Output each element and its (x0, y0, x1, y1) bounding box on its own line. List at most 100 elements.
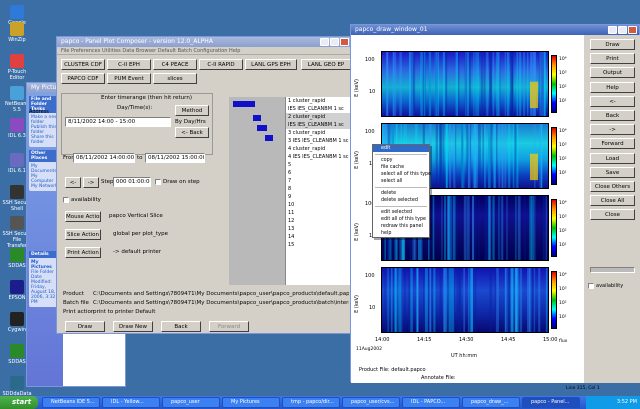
place-link[interactable]: My Computer (31, 174, 59, 184)
panel-entries-list[interactable]: 1 cluster_rapid IES IES_CLEANBM 1 sc 2 clu… (285, 97, 353, 285)
close-icon[interactable] (628, 26, 637, 34)
panel-entry-row[interactable]: 6 (286, 169, 353, 177)
draw-control-button[interactable]: Close Others (590, 181, 635, 192)
draw-on-step-checkbox[interactable] (155, 179, 161, 185)
minimize-icon[interactable] (608, 26, 617, 34)
taskbar-task[interactable]: papco_draw_... (462, 397, 520, 408)
draw-control-button[interactable]: Output (590, 67, 635, 79)
panel-entry-row[interactable]: 3 cluster_rapid (286, 129, 353, 137)
day-time-input[interactable]: 8/11/2002 14:00 - 15:00 (65, 117, 171, 127)
slice-action-button[interactable]: Slice Action (65, 229, 101, 240)
panel-entry-row[interactable]: 14 (286, 233, 353, 241)
draw-control-button[interactable]: Load (590, 152, 635, 164)
time-back-button[interactable]: <- Back (175, 127, 209, 138)
context-menu-item[interactable]: file cache (373, 164, 429, 171)
task-link[interactable]: Share this folder (31, 135, 59, 145)
spectrogram-panel[interactable] (381, 51, 549, 117)
taskbar-task[interactable]: IDL - Yellow... (102, 397, 160, 408)
panel-entry-row[interactable]: 11 (286, 209, 353, 217)
draw-window-titlebar[interactable]: papco_draw_window_01 (351, 25, 639, 35)
bottom-button[interactable]: Forward (209, 321, 249, 332)
panel-entry-row[interactable]: 1 cluster_rapid (286, 97, 353, 105)
context-menu-item[interactable]: help (373, 230, 429, 237)
spectrogram-panel[interactable] (381, 267, 549, 333)
taskbar-task[interactable]: papco - Panel... (522, 397, 580, 408)
availability-checkbox[interactable] (63, 197, 69, 203)
next-step-button[interactable]: -> (83, 177, 99, 188)
module-button[interactable]: slices (153, 73, 197, 84)
panel-entry-row[interactable]: IES IES_CLEANBM 1 sc (286, 105, 353, 113)
taskbar-task[interactable]: papco_user (162, 397, 220, 408)
panel-entry-row[interactable]: 9 (286, 193, 353, 201)
panel-entry-row[interactable]: 15 (286, 241, 353, 249)
draw-control-button[interactable]: Forward (590, 138, 635, 150)
place-link[interactable]: My Network (31, 184, 59, 189)
from-input[interactable]: 08/11/2002 14:00:00 (73, 153, 135, 163)
panel-entry-row[interactable]: 13 (286, 225, 353, 233)
desktop-icon[interactable]: WinZip (2, 22, 32, 43)
panel-entry-row[interactable]: 2 cluster_rapid (286, 113, 353, 121)
draw-control-button[interactable]: Close (590, 209, 635, 221)
bottom-button[interactable]: Draw (65, 321, 105, 332)
taskbar-task[interactable]: My Pictures (222, 397, 280, 408)
close-icon[interactable] (340, 38, 349, 46)
draw-control-button[interactable]: Back (590, 110, 635, 121)
context-menu-item[interactable]: select all of this type (373, 171, 431, 178)
desktop-icon[interactable]: P-Touch Editor (2, 54, 32, 81)
module-button[interactable]: C4 PEACE (153, 59, 197, 70)
panel-entry-row[interactable]: 5 (286, 161, 353, 169)
draw-control-button[interactable]: <- (590, 95, 635, 107)
start-button[interactable]: start (0, 396, 38, 409)
module-button[interactable]: LANL GPS EPH (245, 59, 297, 70)
panel-block[interactable] (233, 101, 255, 107)
bottom-button[interactable]: Back (161, 321, 201, 332)
panel-entry-row[interactable]: IES IES_CLEANBM 1 sc (286, 121, 353, 129)
context-menu-item[interactable]: edit all of this type (373, 216, 429, 223)
module-button[interactable]: C-II RAPID (199, 59, 243, 70)
place-link[interactable]: My Documents (31, 164, 59, 174)
papco-titlebar[interactable]: papco - Panel Plot Composer - version 12… (57, 37, 351, 47)
taskbar-task[interactable]: IDL - PAPCO... (402, 397, 460, 408)
taskbar-task[interactable]: papco_user/cvs... (342, 397, 400, 408)
mouse-action-button[interactable]: Mouse Action (65, 211, 101, 222)
context-menu-item[interactable]: delete selected (373, 197, 429, 204)
panel-list-graphic[interactable] (229, 97, 285, 285)
panel-block[interactable] (265, 135, 273, 141)
context-menu-item[interactable]: select all (373, 178, 429, 185)
prev-step-button[interactable]: <- (65, 177, 81, 188)
context-menu-item[interactable]: copy (373, 157, 429, 164)
module-button[interactable]: CLUSTER CDF (61, 59, 105, 70)
print-action-button[interactable]: Print Action (65, 247, 101, 258)
panel-block[interactable] (257, 125, 267, 131)
taskbar-task[interactable]: NetBeans IDE 5... (42, 397, 100, 408)
panel-entry-row[interactable]: 8 (286, 185, 353, 193)
minimize-icon[interactable] (320, 38, 329, 46)
draw-control-button[interactable]: Close All (590, 195, 635, 207)
draw-control-button[interactable]: Help (590, 81, 635, 93)
panel-entry-row[interactable]: 7 (286, 177, 353, 185)
module-button[interactable]: LANL GEO EP (301, 59, 351, 70)
maximize-icon[interactable] (618, 26, 627, 34)
context-menu-item[interactable]: edit selected (373, 209, 429, 216)
context-menu-item[interactable]: redraw this panel (373, 223, 429, 230)
papco-menubar[interactable]: File Preferences Utilities Data Browser … (57, 47, 351, 55)
module-button[interactable]: PAPCO CDF (61, 73, 105, 84)
panel-entry-row[interactable]: 12 (286, 217, 353, 225)
bottom-button[interactable]: Draw New (113, 321, 153, 332)
context-menu-item[interactable]: delete (373, 190, 429, 197)
draw-control-button[interactable]: Print (590, 53, 635, 65)
taskbar-task[interactable]: tmp - papco/dir... (282, 397, 340, 408)
step-input[interactable]: 000 01:00:00 (113, 177, 151, 187)
module-button[interactable]: C-II EPH (107, 59, 151, 70)
context-menu-item[interactable]: edit (373, 145, 429, 152)
method-button[interactable]: Method (175, 105, 209, 116)
color-slider[interactable] (590, 267, 635, 273)
to-input[interactable]: 08/11/2002 15:00:00 (145, 153, 205, 163)
draw-control-button[interactable]: Save (590, 166, 635, 178)
draw-control-button[interactable]: -> (590, 124, 635, 136)
maximize-icon[interactable] (330, 38, 339, 46)
panel-entry-row[interactable]: 4 IES IES_CLEANBM 1 sc (286, 153, 353, 161)
task-link[interactable]: Make a new folder (31, 115, 59, 125)
draw-availability-checkbox[interactable] (588, 283, 594, 289)
panel-entry-row[interactable]: 10 (286, 201, 353, 209)
